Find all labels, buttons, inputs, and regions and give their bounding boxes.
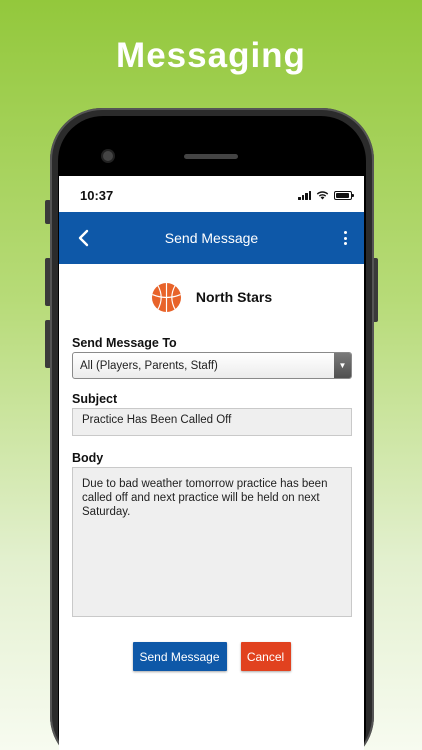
promo-title: Messaging — [116, 36, 306, 75]
more-vertical-icon[interactable] — [338, 227, 352, 249]
team-name: North Stars — [195, 289, 273, 305]
front-camera — [103, 151, 113, 161]
status-bar: 10:37 — [59, 176, 364, 212]
wifi-icon — [316, 191, 329, 200]
page-title: Send Message — [164, 230, 259, 246]
battery-icon — [334, 190, 354, 200]
dropdown-arrow-icon[interactable]: ▼ — [334, 353, 351, 378]
basketball-icon — [151, 282, 181, 312]
form-actions: Send Message Cancel — [59, 642, 364, 671]
send-to-label: Send Message To — [72, 336, 177, 350]
subject-input[interactable]: Practice Has Been Called Off — [72, 408, 352, 436]
status-icons — [298, 190, 354, 200]
cellular-signal-icon — [298, 190, 311, 200]
app-screen: 10:37 Send Message North Stars Send Mess… — [59, 176, 364, 750]
recipient-select-value: All (Players, Parents, Staff) — [80, 360, 218, 372]
send-message-button[interactable]: Send Message — [132, 642, 227, 671]
team-header: North Stars — [59, 280, 364, 314]
nav-bar: Send Message — [59, 212, 364, 264]
earpiece-speaker — [184, 154, 238, 159]
body-textarea[interactable]: Due to bad weather tomorrow practice has… — [72, 467, 352, 617]
message-form: Send Message To All (Players, Parents, S… — [72, 336, 352, 617]
body-label: Body — [72, 451, 104, 465]
status-time: 10:37 — [80, 188, 114, 203]
cancel-button[interactable]: Cancel — [240, 642, 291, 671]
subject-label: Subject — [72, 392, 118, 406]
recipient-select[interactable]: All (Players, Parents, Staff) ▼ — [72, 352, 352, 379]
